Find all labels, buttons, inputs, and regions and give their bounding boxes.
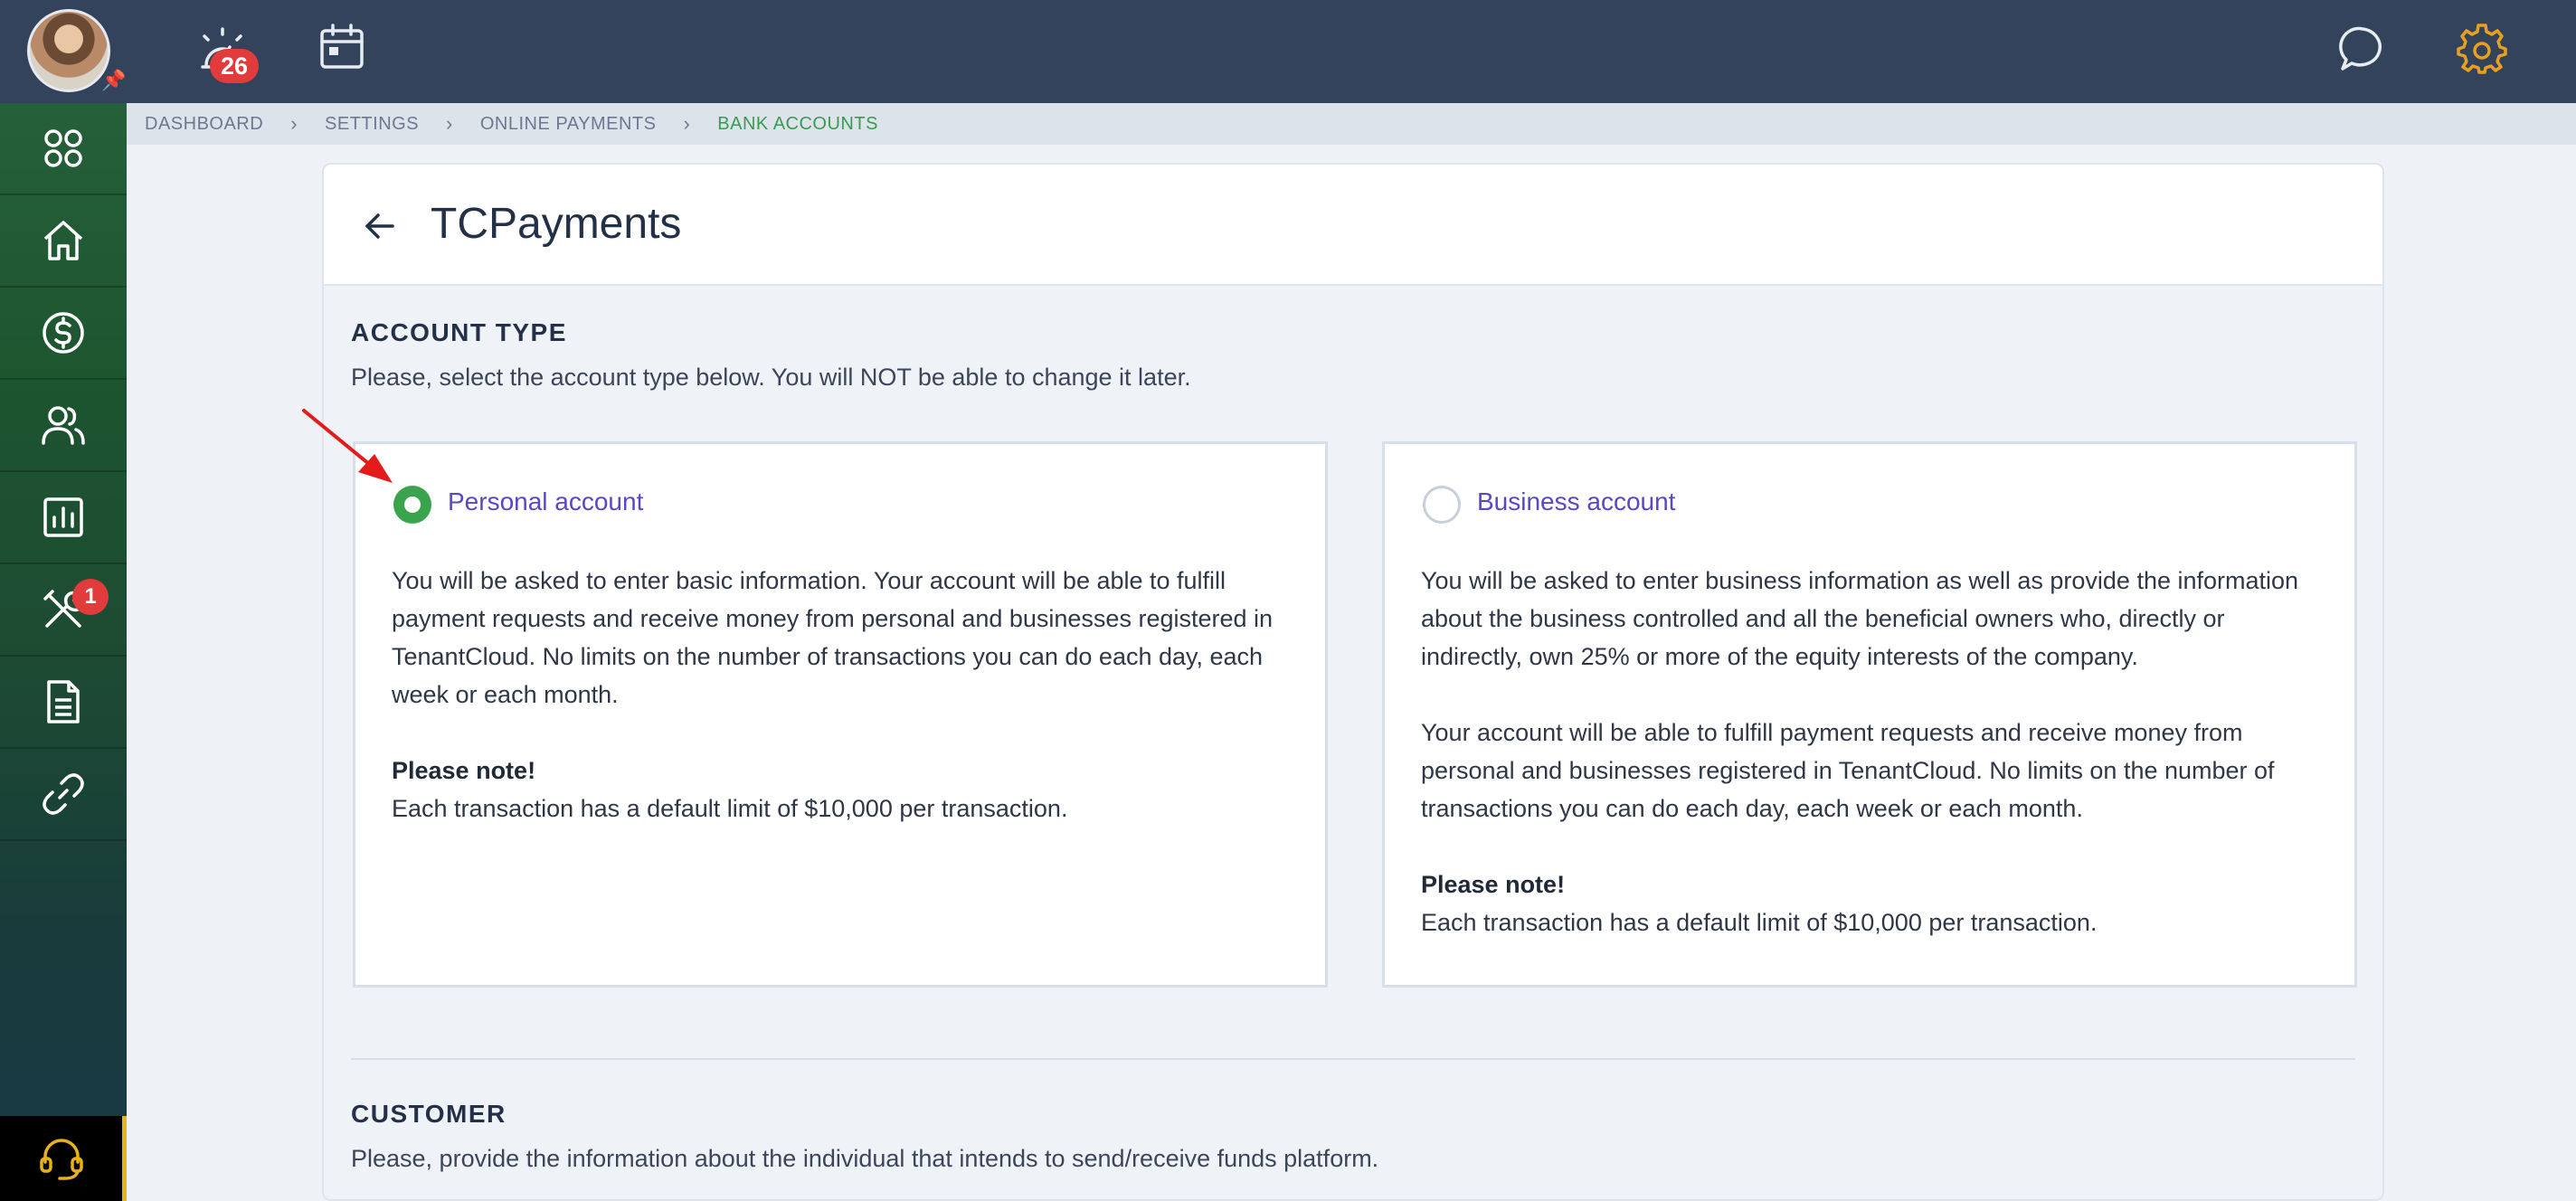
personal-account-description: You will be asked to enter basic informa… bbox=[392, 567, 1274, 708]
chevron-right-icon: › bbox=[683, 112, 691, 135]
sidebar-item-documents[interactable] bbox=[0, 657, 127, 749]
account-type-title: ACCOUNT TYPE bbox=[351, 318, 567, 346]
dollar-icon bbox=[43, 312, 84, 354]
link-icon bbox=[43, 773, 84, 815]
panel-header: TCPayments bbox=[324, 165, 2382, 286]
chevron-right-icon: › bbox=[290, 112, 298, 135]
breadcrumb-bank-accounts: BANK ACCOUNTS bbox=[717, 113, 878, 134]
personal-account-label[interactable]: Personal account bbox=[448, 487, 643, 516]
support-button[interactable] bbox=[0, 1116, 127, 1201]
users-icon bbox=[42, 406, 85, 445]
main-panel: TCPayments ACCOUNT TYPE Please, select t… bbox=[322, 163, 2384, 1201]
personal-account-card[interactable]: Personal account You will be asked to en… bbox=[353, 441, 1328, 988]
customer-title: CUSTOMER bbox=[351, 1100, 507, 1128]
sidebar-item-reports[interactable] bbox=[0, 472, 127, 564]
breadcrumb-dashboard[interactable]: DASHBOARD bbox=[145, 114, 263, 135]
personal-note-title: Please note! bbox=[392, 757, 536, 784]
chat-icon[interactable] bbox=[2337, 24, 2388, 74]
sidebar-item-tools[interactable] bbox=[0, 564, 127, 657]
top-bar: 📌 26 bbox=[0, 0, 2576, 103]
pin-icon[interactable]: 📌 bbox=[101, 69, 126, 92]
annotation-arrow-icon bbox=[302, 409, 393, 483]
gear-icon[interactable] bbox=[2457, 24, 2507, 74]
sidebar-item-home[interactable] bbox=[0, 195, 127, 288]
breadcrumb-online-payments[interactable]: ONLINE PAYMENTS bbox=[480, 114, 657, 135]
business-account-label[interactable]: Business account bbox=[1477, 487, 1675, 516]
tools-badge: 1 bbox=[72, 579, 109, 615]
business-note-text: Each transaction has a default limit of … bbox=[1421, 909, 2098, 936]
document-icon bbox=[47, 680, 80, 723]
customer-subtitle: Please, provide the information about th… bbox=[351, 1145, 1379, 1172]
apps-grid-icon bbox=[44, 129, 82, 167]
back-arrow-icon[interactable] bbox=[360, 206, 400, 246]
business-account-description: You will be asked to enter business info… bbox=[1421, 567, 2299, 670]
calendar-icon[interactable] bbox=[317, 22, 367, 72]
headset-icon bbox=[39, 1139, 83, 1180]
page-title: TCPayments bbox=[431, 200, 682, 248]
sidebar-item-payments[interactable] bbox=[0, 288, 127, 380]
notifications-badge: 26 bbox=[210, 49, 259, 83]
breadcrumb-settings[interactable]: SETTINGS bbox=[325, 114, 419, 135]
business-account-card[interactable]: Business account You will be asked to en… bbox=[1382, 441, 2357, 988]
chevron-right-icon: › bbox=[446, 112, 453, 135]
reports-icon bbox=[43, 497, 83, 537]
business-account-radio[interactable] bbox=[1423, 486, 1461, 524]
sidebar-item-apps[interactable] bbox=[0, 103, 127, 195]
personal-account-radio[interactable] bbox=[393, 486, 431, 524]
section-divider bbox=[351, 1058, 2355, 1060]
sidebar-item-users[interactable] bbox=[0, 380, 127, 472]
avatar[interactable] bbox=[27, 9, 110, 92]
business-note-title: Please note! bbox=[1421, 871, 1566, 898]
personal-note-text: Each transaction has a default limit of … bbox=[392, 795, 1068, 822]
sidebar-item-links[interactable] bbox=[0, 749, 127, 841]
home-icon bbox=[43, 221, 83, 260]
account-type-subtitle: Please, select the account type below. Y… bbox=[351, 364, 1191, 391]
breadcrumb: DASHBOARD › SETTINGS › ONLINE PAYMENTS ›… bbox=[127, 103, 2576, 145]
sidebar: 1 bbox=[0, 103, 127, 1201]
business-account-description-2: Your account will be able to fulfill pay… bbox=[1421, 719, 2275, 822]
